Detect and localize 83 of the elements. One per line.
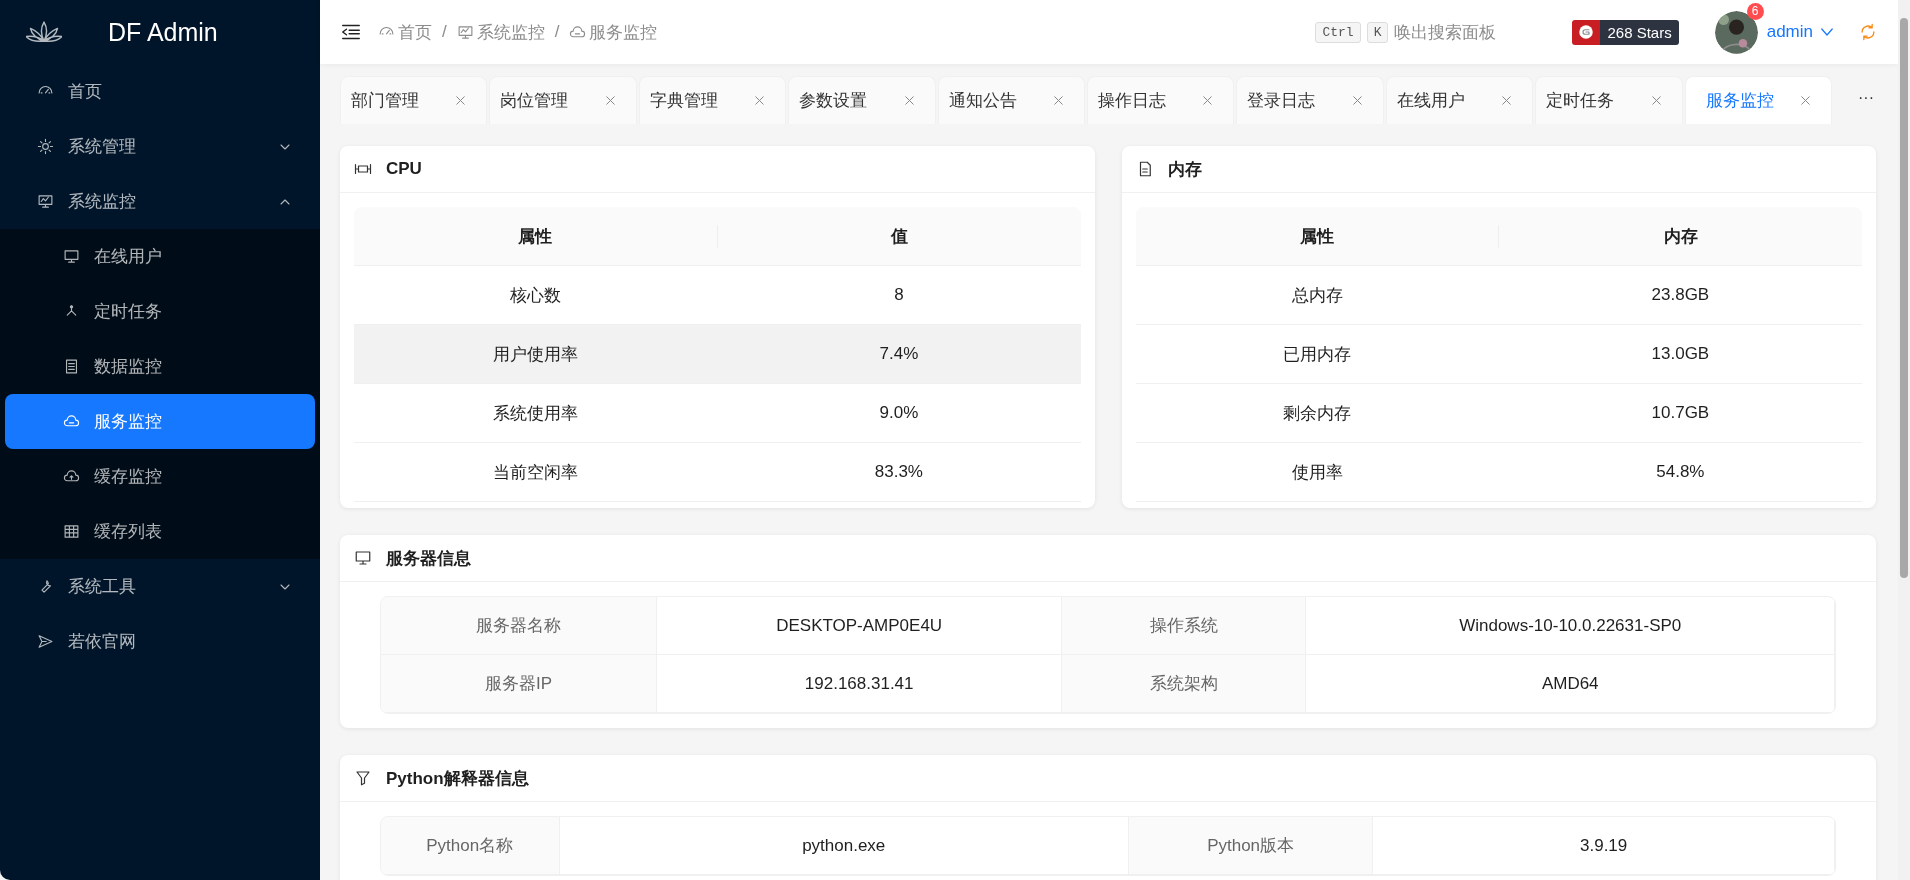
menu-item[interactable]: 首页 — [5, 64, 315, 119]
monitor-chart-icon — [456, 23, 474, 41]
table-cell-text: 总内存 — [1290, 284, 1344, 307]
card-title: Python解释器信息 — [386, 767, 529, 790]
card-title: 内存 — [1167, 158, 1202, 181]
column-header: 内存 — [1498, 224, 1862, 248]
tab[interactable]: 定时任务 — [1535, 76, 1683, 124]
breadcrumb-text: 首页 — [398, 21, 432, 44]
app-title: DF Admin — [108, 17, 218, 47]
table-cell-text: 已用内存 — [1282, 343, 1353, 366]
more-tabs-button[interactable]: ··· — [1833, 76, 1898, 124]
notification-badge: 6 — [1746, 2, 1764, 20]
menu-item[interactable]: 系统管理 — [5, 119, 315, 174]
description-label: 服务器IP — [381, 655, 658, 713]
table-cell-text: 23.8GB — [1650, 285, 1711, 305]
table-cell-text: 13.0GB — [1650, 344, 1711, 364]
table-cell-text: 用户使用率 — [492, 343, 580, 366]
column-header: 属性 — [517, 225, 554, 248]
table-cell-text: 核心数 — [509, 284, 563, 307]
card-title: CPU — [386, 159, 422, 179]
column-header: 值 — [716, 224, 1081, 248]
description-label: 操作系统 — [1062, 597, 1307, 655]
description-value: Windows-10-10.0.22631-SP0 — [1306, 597, 1835, 655]
tab[interactable]: 在线用户 — [1385, 76, 1534, 124]
tab[interactable]: 操作日志 — [1086, 76, 1235, 124]
column-header: 属性 — [1298, 225, 1335, 248]
tab[interactable]: 字典管理 — [638, 76, 787, 124]
table-cell-text: 使用率 — [1290, 461, 1344, 484]
menu-item[interactable]: 系统工具 — [5, 559, 315, 614]
breadcrumb-text: 系统监控 — [476, 21, 545, 44]
scrollbar-thumb[interactable] — [1900, 18, 1908, 578]
table-cell-text: 7.4% — [878, 344, 920, 364]
table-cell-text: 83.3% — [873, 462, 924, 482]
tab[interactable]: 部门管理 — [340, 76, 488, 124]
filter-icon — [354, 769, 372, 787]
monitor-icon — [354, 549, 372, 567]
tab[interactable]: 岗位管理 — [489, 76, 637, 124]
search-hint[interactable]: 唤出搜索面板 — [1394, 20, 1497, 44]
menu-item[interactable]: 系统监控 — [5, 174, 315, 229]
gear-icon — [37, 138, 54, 155]
menu-item[interactable]: 在线用户 — [5, 229, 315, 284]
breadcrumb-link[interactable]: 系统监控 — [456, 20, 545, 44]
tab[interactable]: 通知公告 — [937, 76, 1085, 124]
description-label: 服务器名称 — [381, 597, 658, 655]
table-cell-text: 8 — [893, 285, 905, 305]
breadcrumb-separator: / — [442, 22, 447, 42]
leaf-logo-icon — [26, 21, 62, 43]
keyboard-key: Ctrl — [1315, 21, 1361, 43]
description-label: Python版本 — [1128, 817, 1374, 875]
send-icon — [37, 633, 54, 650]
keyboard-key: K — [1366, 21, 1389, 43]
monitor-icon — [63, 248, 80, 265]
menu-item[interactable]: 若依官网 — [5, 614, 315, 669]
breadcrumb-link[interactable]: 首页 — [378, 20, 432, 44]
tab[interactable]: 服务监控 — [1684, 76, 1832, 124]
description-label: Python名称 — [381, 817, 560, 875]
tab[interactable]: 参数设置 — [788, 76, 936, 124]
breadcrumb-link[interactable]: 服务监控 — [569, 20, 658, 44]
table-cell-text: 10.7GB — [1650, 403, 1711, 423]
menu-item[interactable]: 缓存监控 — [5, 449, 315, 504]
card-title: 服务器信息 — [386, 547, 471, 570]
table-cell-text: 当前空闲率 — [492, 461, 580, 484]
description-value: AMD64 — [1306, 655, 1835, 713]
description-label: 系统架构 — [1062, 655, 1307, 713]
menu-item[interactable]: 定时任务 — [5, 284, 315, 339]
menu-item[interactable]: 缓存列表 — [5, 504, 315, 559]
list-icon — [63, 358, 80, 375]
table-cell-text: 54.8% — [1655, 462, 1706, 482]
monitor-chart-icon — [37, 193, 54, 210]
logo-icon — [1577, 23, 1596, 41]
description-value: 3.9.19 — [1373, 817, 1835, 875]
user-menu[interactable]: admin — [1766, 22, 1836, 42]
menu-item[interactable]: 数据监控 — [5, 339, 315, 394]
breadcrumb-text: 服务监控 — [589, 21, 658, 44]
description-value: python.exe — [559, 817, 1129, 875]
table-cell-text: 剩余内存 — [1282, 402, 1353, 425]
menu-item[interactable]: 服务监控 — [5, 394, 315, 449]
scrollbar[interactable] — [1898, 0, 1910, 880]
tab[interactable]: 登录日志 — [1236, 76, 1384, 124]
table-cell-text: 9.0% — [878, 403, 920, 423]
breadcrumb-separator: / — [554, 22, 560, 42]
grid-icon — [63, 523, 80, 540]
table-cell-text: 系统使用率 — [492, 402, 580, 425]
